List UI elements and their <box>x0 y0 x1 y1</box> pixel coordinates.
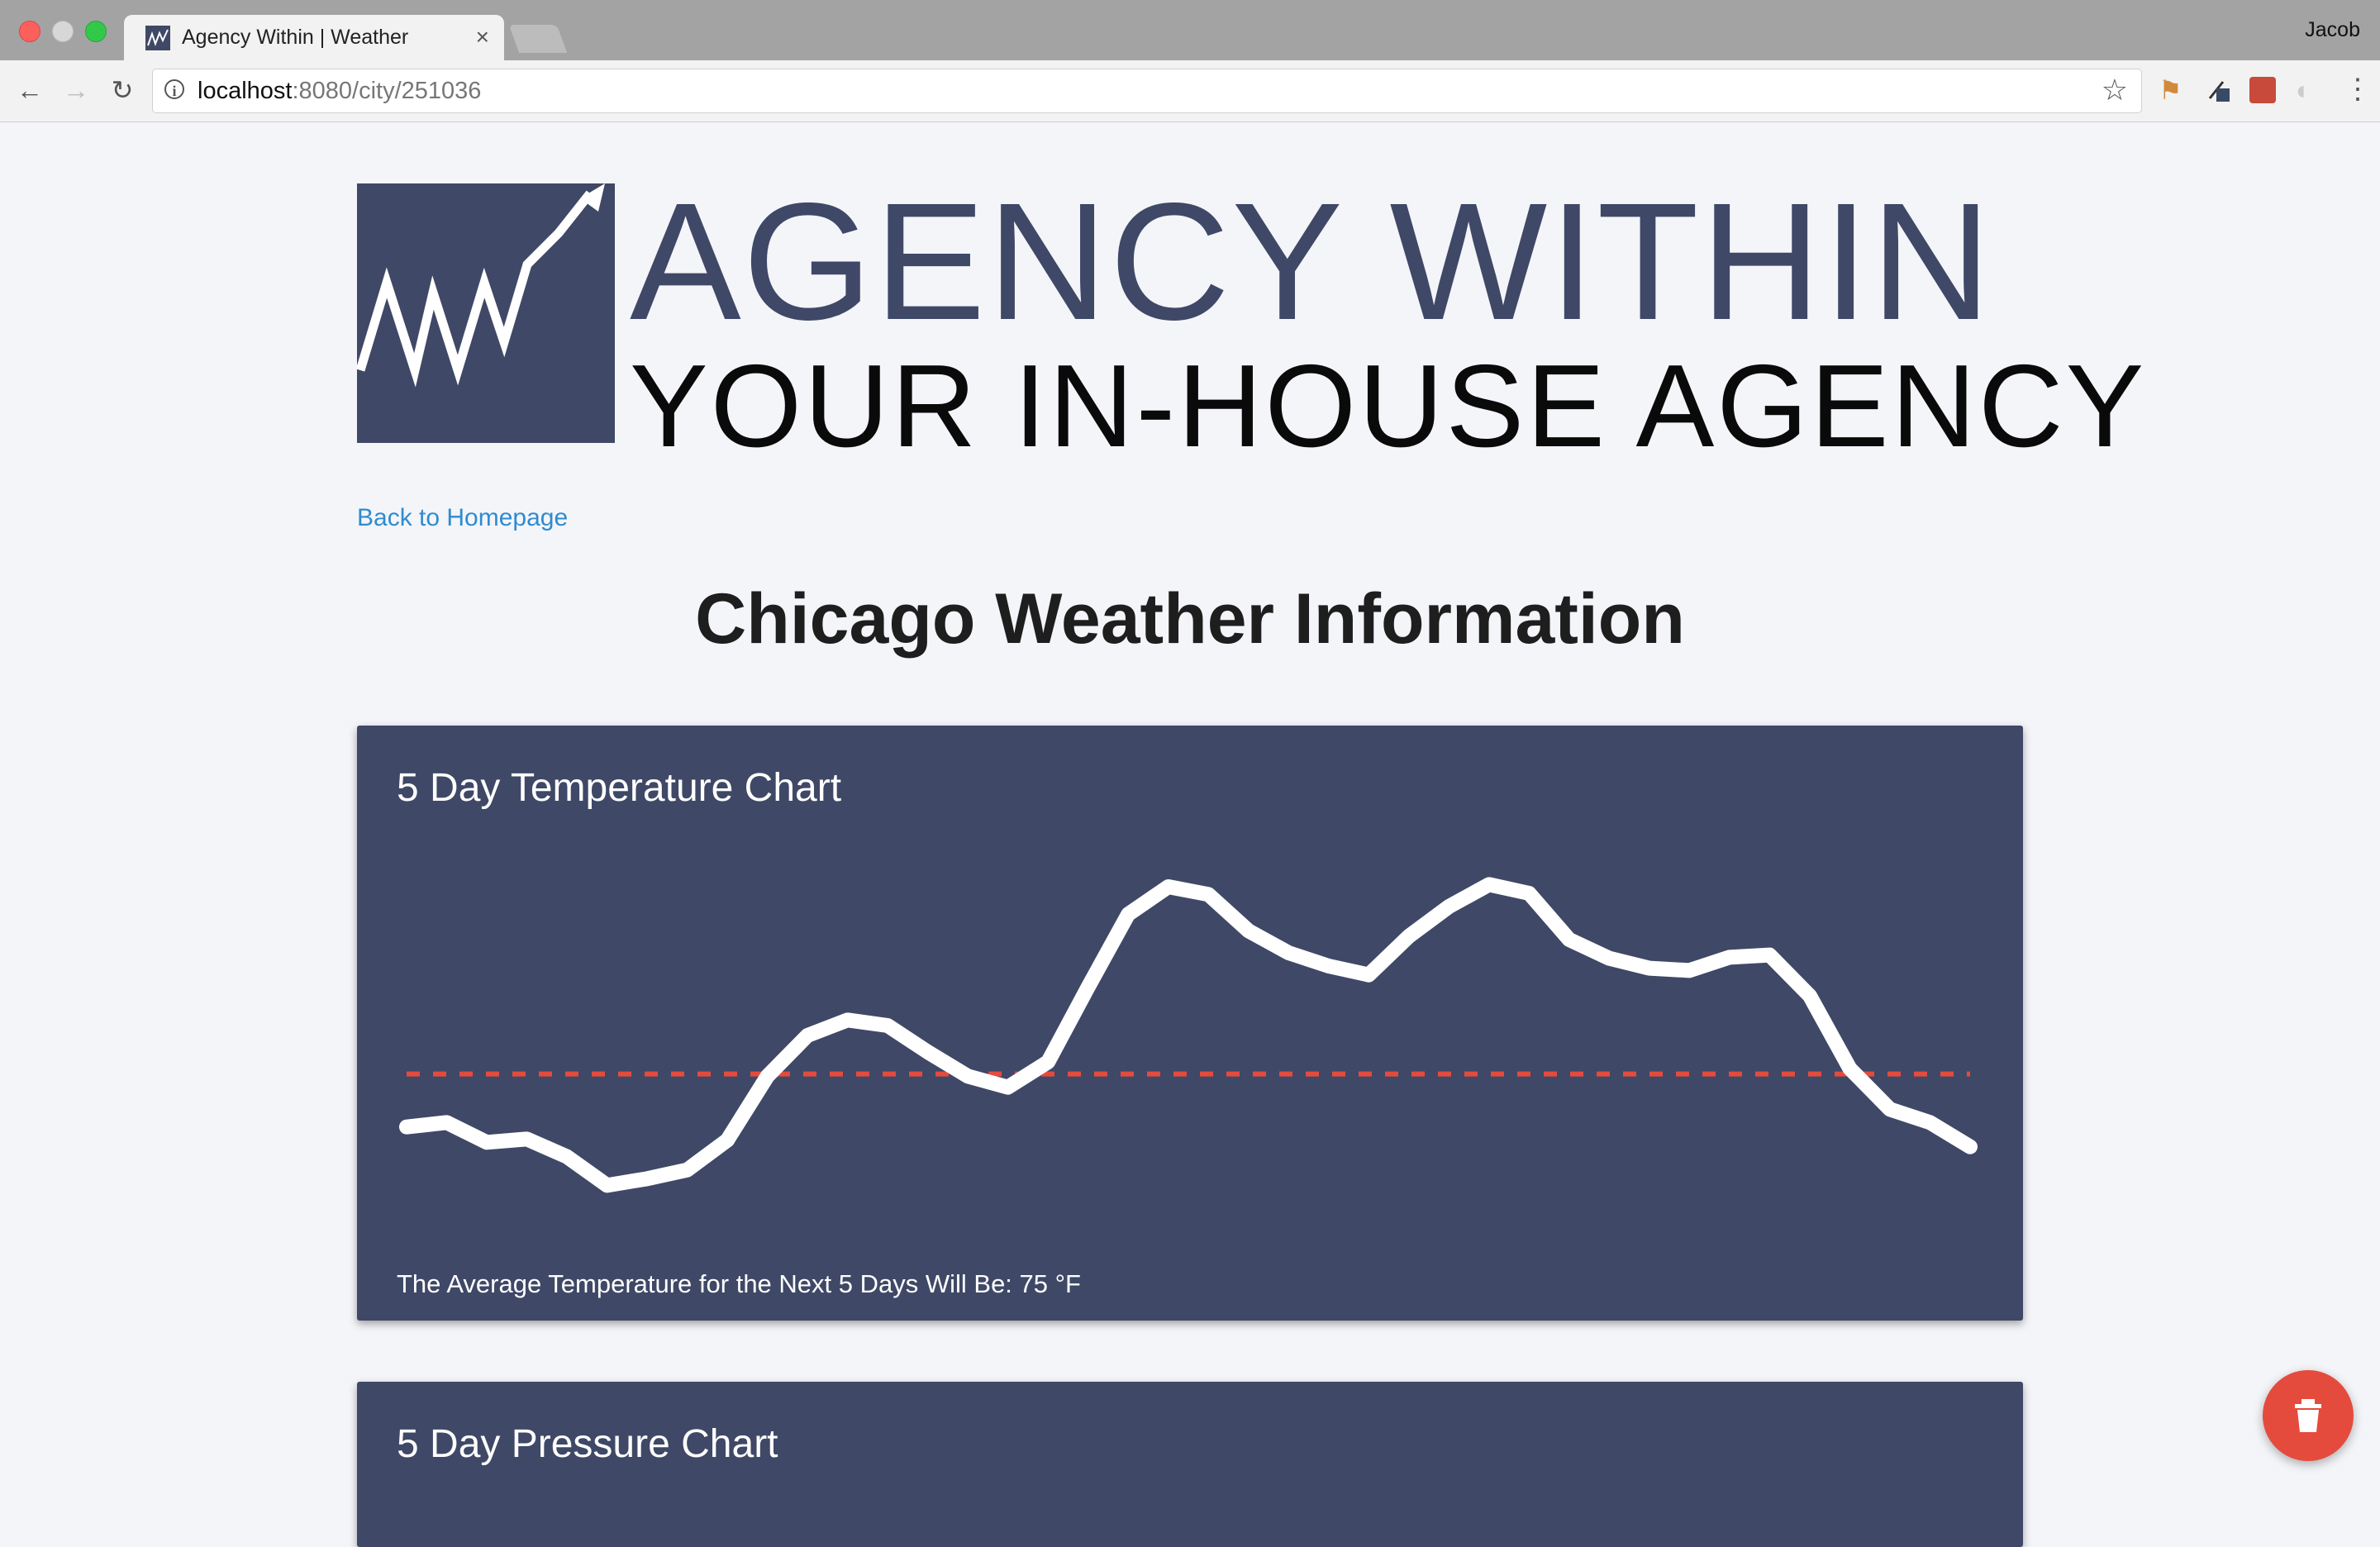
trash-icon <box>2295 1399 2321 1432</box>
temperature-point <box>802 1031 813 1040</box>
logo-mark-icon <box>355 183 615 443</box>
extension-flag-icon[interactable]: ⚑ <box>2159 77 2185 103</box>
temperature-point <box>1483 879 1494 890</box>
agency-favicon-icon <box>145 26 170 50</box>
delete-city-button[interactable] <box>2263 1370 2354 1461</box>
temperature-point <box>1163 882 1173 892</box>
temperature-point <box>562 1151 573 1162</box>
temperature-point <box>642 1173 653 1184</box>
temperature-point <box>1764 950 1775 960</box>
temperature-point <box>1604 953 1615 964</box>
pressure-chart-title: 5 Day Pressure Chart <box>397 1422 778 1466</box>
reload-icon[interactable]: ↻ <box>107 75 137 105</box>
temperature-point <box>1925 1117 1935 1128</box>
page-title: Chicago Weather Information <box>695 579 1685 659</box>
temperature-point <box>1323 961 1334 971</box>
extension-grey-icon[interactable]: ◐ <box>2296 77 2322 103</box>
temperature-point <box>1844 1064 1855 1073</box>
temperature-point <box>842 1015 853 1026</box>
temperature-point <box>1684 965 1695 976</box>
temperature-point <box>682 1164 693 1175</box>
temperature-chart-card: 5 Day Temperature Chart The Average Temp… <box>357 726 2023 1321</box>
temperature-point <box>441 1117 452 1128</box>
temperature-chart <box>399 877 1978 1193</box>
browser-titlebar: Agency Within | Weather × Jacob <box>0 0 2380 61</box>
browser-tab[interactable]: Agency Within | Weather × <box>124 15 504 61</box>
tab-title: Agency Within | Weather <box>182 26 409 49</box>
temperature-point <box>1283 948 1294 958</box>
temperature-point <box>722 1135 733 1145</box>
back-arrow-icon[interactable]: ← <box>15 75 45 105</box>
logo-line1: AGENCY WITHIN <box>630 168 1993 355</box>
temperature-point <box>1644 963 1654 973</box>
temperature-point <box>1002 1082 1013 1092</box>
temperature-point <box>1724 952 1735 963</box>
temperature-point <box>1884 1104 1895 1115</box>
browser-toolbar: ← → ↻ i localhost:8080/city/251036 ☆ ⚑ ◐… <box>0 60 2380 122</box>
temperature-point <box>1043 1057 1054 1067</box>
url-path: :8080/city/251036 <box>292 78 482 104</box>
temperature-point <box>1083 982 1093 992</box>
bookmark-star-icon[interactable]: ☆ <box>2102 73 2128 107</box>
temperature-point <box>1403 931 1414 941</box>
temperature-point <box>762 1071 773 1082</box>
temperature-point <box>521 1134 532 1145</box>
temperature-point <box>883 1021 893 1031</box>
tab-close-icon[interactable]: × <box>476 24 489 50</box>
forward-arrow-icon[interactable]: → <box>61 75 91 105</box>
agency-within-logo: AGENCY WITHIN YOUR IN-HOUSE AGENCY <box>355 178 2144 465</box>
temperature-point <box>922 1047 933 1057</box>
back-to-homepage-link[interactable]: Back to Homepage <box>357 504 568 532</box>
site-info-icon[interactable]: i <box>164 79 184 99</box>
window-maximize-button[interactable] <box>85 21 107 42</box>
window-minimize-button[interactable] <box>52 21 74 42</box>
url-text[interactable]: localhost:8080/city/251036 <box>198 78 481 105</box>
temperature-series-line <box>399 877 1978 1193</box>
new-tab-button[interactable] <box>508 25 568 53</box>
profile-name[interactable]: Jacob <box>2305 18 2360 42</box>
window-close-button[interactable] <box>19 21 40 42</box>
temperature-point <box>602 1180 612 1191</box>
average-temperature-text: The Average Temperature for the Next 5 D… <box>397 1269 1081 1298</box>
temperature-point <box>1564 935 1574 945</box>
logo-line2: YOUR IN-HOUSE AGENCY <box>630 340 2147 472</box>
url-host: localhost <box>198 78 293 104</box>
browser-menu-icon[interactable]: ⋮ <box>2344 75 2372 103</box>
temperature-point <box>1444 902 1454 912</box>
temperature-point <box>1804 991 1815 1001</box>
temperature-point <box>1364 969 1374 980</box>
address-bar[interactable]: i localhost:8080/city/251036 ☆ <box>152 69 2142 113</box>
pressure-chart-card: 5 Day Pressure Chart <box>357 1382 2023 1547</box>
temperature-point <box>1123 909 1134 920</box>
temperature-point <box>402 1121 412 1132</box>
temperature-point <box>1243 926 1254 936</box>
temperature-point <box>1965 1141 1975 1152</box>
extension-red-icon[interactable] <box>2249 77 2276 103</box>
temperature-point <box>482 1137 493 1148</box>
temperature-point <box>1524 888 1535 898</box>
temperature-point <box>1203 889 1214 900</box>
extension-eyedropper-icon[interactable] <box>2205 77 2231 103</box>
temperature-point <box>963 1071 973 1082</box>
